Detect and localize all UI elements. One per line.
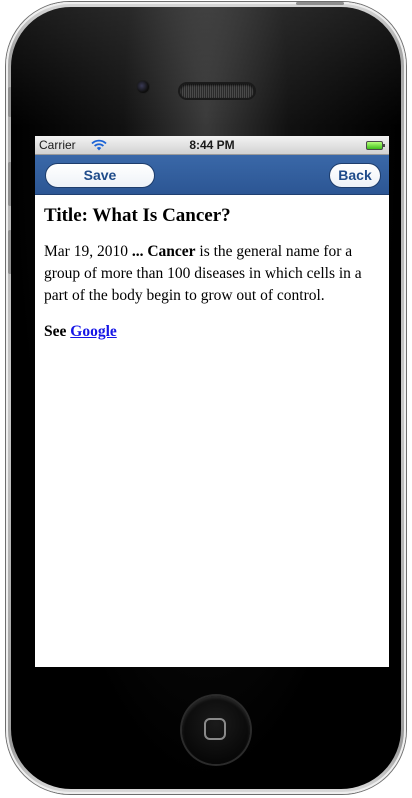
power-button [296, 2, 344, 5]
article-date: Mar 19, 2010 [44, 243, 128, 260]
screen: Carrier 8:44 PM Save Back Title: What Is… [35, 136, 389, 667]
article-title: Title: What Is Cancer? [44, 205, 231, 226]
article-content: Title: What Is Cancer? Mar 19, 2010 ... … [35, 195, 389, 341]
bezel-gloss [11, 7, 401, 127]
google-link[interactable]: Google [70, 323, 117, 340]
front-camera-icon [137, 81, 149, 93]
snippet-keyword: Cancer [147, 243, 196, 260]
speaker-grille-icon [180, 84, 254, 98]
home-square-icon [204, 718, 226, 740]
see-line: See Google [44, 323, 380, 341]
navigation-bar: Save Back [35, 155, 389, 195]
home-button[interactable] [182, 696, 250, 764]
see-label: See [44, 322, 67, 340]
clock: 8:44 PM [189, 138, 235, 152]
back-button[interactable]: Back [329, 163, 381, 188]
status-bar: Carrier 8:44 PM [35, 136, 389, 155]
article-snippet: Mar 19, 2010 ... Cancer is the general n… [44, 241, 380, 307]
battery-icon [366, 141, 385, 150]
save-button[interactable]: Save [45, 163, 155, 188]
snippet-ellipsis: ... [131, 243, 144, 260]
